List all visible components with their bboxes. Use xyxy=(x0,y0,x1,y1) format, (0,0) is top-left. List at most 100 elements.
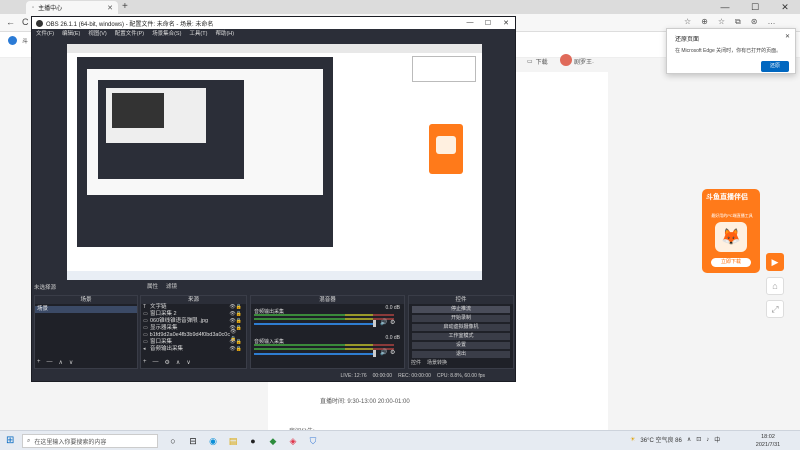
clock[interactable]: 18:02 2021/7/31 xyxy=(748,433,788,449)
site-logo[interactable] xyxy=(8,36,17,45)
add-scene-button[interactable]: + xyxy=(37,359,41,366)
edge-icon[interactable]: ◉ xyxy=(206,434,220,448)
extensions-icon[interactable]: ⊕ xyxy=(701,17,708,27)
exit-button[interactable]: 退出 xyxy=(412,351,510,358)
visibility-lock-icon[interactable]: 👁🔒 xyxy=(229,318,242,325)
source-settings-button[interactable]: ⚙ xyxy=(165,359,170,366)
menu-view[interactable]: 视图(V) xyxy=(88,29,106,39)
task-view-icon[interactable]: ⊟ xyxy=(186,434,200,448)
scene-up-button[interactable]: ∧ xyxy=(59,359,63,366)
menu-tools[interactable]: 工具(T) xyxy=(189,29,207,39)
rec-status: REC: 00:00:00 xyxy=(398,373,431,379)
popup-close-icon[interactable]: ✕ xyxy=(785,33,790,40)
sources-dock: 来源 T 文字链 👁🔒 ▭ 窗口采集 2 👁🔒 ▭ 060锥线锥语音弹限 .jpg 👁🔒 ▭… xyxy=(140,295,247,369)
promo-download-button[interactable]: 立即下载 xyxy=(711,258,751,267)
tab-controls[interactable]: 控件 xyxy=(411,359,421,366)
filters-button[interactable]: 滤镜 xyxy=(166,282,177,290)
studio-mode-button[interactable]: 工作室模式 xyxy=(412,333,510,340)
minimize-button[interactable]: — xyxy=(710,0,740,14)
weather-text[interactable]: 36°C 空气良 86 xyxy=(640,435,681,444)
tab-scene-transitions[interactable]: 场景转换 xyxy=(427,359,447,366)
maximize-button[interactable]: ☐ xyxy=(740,0,770,14)
tab-anchor-center[interactable]: ▫ 主播中心 ✕ xyxy=(26,1,118,14)
source-item[interactable]: ▭ 窗口采集 2 👁🔒 xyxy=(141,311,246,318)
profile-icon[interactable]: ⊛ xyxy=(751,17,758,27)
settings-button[interactable]: 设置 xyxy=(412,342,510,349)
source-up-button[interactable]: ∧ xyxy=(176,359,180,366)
speaker-icon[interactable]: 🔊 xyxy=(380,319,387,326)
promo-subtitle: 最好用的PC端直播工具 xyxy=(711,213,753,218)
avatar[interactable] xyxy=(560,54,572,66)
app-icon[interactable]: ◆ xyxy=(266,434,280,448)
favorites-bar-icon[interactable]: ☆ xyxy=(718,17,725,27)
app-logo-icon: 🦊 xyxy=(715,222,747,252)
gear-icon[interactable]: ⚙ xyxy=(390,319,395,326)
ime-icon[interactable]: 中 xyxy=(714,435,720,444)
obs-titlebar[interactable]: OBS 26.1.1 (64-bit, windows) - 配置文件: 未命名… xyxy=(32,17,515,29)
tray-expand-icon[interactable]: ∧ xyxy=(687,436,691,443)
back-button[interactable]: ← xyxy=(6,17,15,27)
properties-button[interactable]: 属性 xyxy=(147,282,158,290)
menu-scene-collection[interactable]: 场景集合(S) xyxy=(152,29,181,39)
source-type-icon: ▭ xyxy=(143,318,148,324)
favorite-icon[interactable]: ☆ xyxy=(684,17,691,27)
app-icon[interactable]: ◈ xyxy=(286,434,300,448)
source-item[interactable]: T 文字链 👁🔒 xyxy=(141,304,246,311)
volume-icon[interactable]: ♪ xyxy=(706,437,709,443)
menu-edit[interactable]: 编辑(E) xyxy=(62,29,80,39)
more-icon[interactable]: … xyxy=(767,17,775,27)
weather-icon[interactable]: ☀ xyxy=(630,436,635,443)
tab-close-icon[interactable]: ✕ xyxy=(107,4,113,12)
close-button[interactable]: ✕ xyxy=(770,0,800,14)
source-item[interactable]: ▭ 窗口采集 👁🔒 xyxy=(141,339,246,346)
remove-scene-button[interactable]: — xyxy=(47,359,53,366)
app-icon[interactable]: ⛉ xyxy=(306,434,320,448)
scene-item[interactable]: 场景 xyxy=(35,306,137,313)
refresh-button[interactable]: C xyxy=(22,17,29,27)
speaker-icon[interactable]: 🔊 xyxy=(380,349,387,356)
obs-minimize-button[interactable]: — xyxy=(461,19,479,27)
nested-inner-obs xyxy=(98,80,244,179)
visibility-lock-icon[interactable]: 👁🔒 xyxy=(229,304,242,311)
add-source-button[interactable]: + xyxy=(143,359,147,366)
obs-icon[interactable]: ● xyxy=(246,434,260,448)
restore-button[interactable]: 还原 xyxy=(761,61,789,72)
volume-slider[interactable] xyxy=(254,353,376,355)
collections-icon[interactable]: ⧉ xyxy=(735,17,741,27)
virtual-camera-button[interactable]: 启动虚拟摄像机 xyxy=(412,324,510,331)
volume-slider[interactable] xyxy=(254,323,376,325)
expand-icon[interactable]: ⤢ xyxy=(766,300,784,318)
menu-file[interactable]: 文件(F) xyxy=(36,29,54,39)
search-input[interactable]: ⌕ 在这里输入你要搜索的内容 xyxy=(22,434,158,448)
scene-down-button[interactable]: ∨ xyxy=(69,359,73,366)
source-down-button[interactable]: ∨ xyxy=(186,359,190,366)
user-name[interactable]: 剧罗王· xyxy=(574,57,594,66)
volume-slider-handle[interactable] xyxy=(373,350,376,357)
source-item[interactable]: ◂ 音频输出采集 👁🔒 xyxy=(141,346,246,353)
source-item[interactable]: ▭ 060锥线锥语音弹限 .jpg 👁🔒 xyxy=(141,318,246,325)
download-link[interactable]: ▭ 下载 xyxy=(527,57,548,66)
cortana-icon[interactable]: ○ xyxy=(166,434,180,448)
visibility-lock-icon[interactable]: 👁🔒 xyxy=(229,346,242,353)
stop-streaming-button[interactable]: 停止推流 xyxy=(412,306,510,313)
obs-preview-canvas[interactable] xyxy=(67,44,482,280)
promo-banner[interactable]: 斗鱼直播伴侣 最好用的PC端直播工具 🦊 立即下载 xyxy=(702,189,760,273)
play-icon[interactable]: ▶ xyxy=(766,253,784,271)
home-icon[interactable]: ⌂ xyxy=(766,277,784,295)
sources-toolbar: + — ⚙ ∧ ∨ xyxy=(143,359,191,366)
start-recording-button[interactable]: 开始录制 xyxy=(412,315,510,322)
start-icon[interactable]: ⊞ xyxy=(6,435,14,446)
network-icon[interactable]: ⊡ xyxy=(696,436,701,443)
file-explorer-icon[interactable]: ▤ xyxy=(226,434,240,448)
visibility-lock-icon[interactable]: 👁🔒 xyxy=(229,311,242,318)
new-tab-button[interactable]: + xyxy=(122,1,128,12)
remove-source-button[interactable]: — xyxy=(153,359,159,366)
gear-icon[interactable]: ⚙ xyxy=(390,349,395,356)
obs-maximize-button[interactable]: ☐ xyxy=(479,19,497,27)
menu-help[interactable]: 帮助(H) xyxy=(215,29,234,39)
obs-close-button[interactable]: ✕ xyxy=(497,19,515,27)
menu-profile[interactable]: 配置文件(P) xyxy=(115,29,144,39)
volume-slider-handle[interactable] xyxy=(373,320,376,327)
visibility-lock-icon[interactable]: 👁🔒 xyxy=(229,339,242,346)
source-item[interactable]: ▭ b1fd9d2a0e4fb3b9d4f0bd3a0c0c 👁🔒 xyxy=(141,329,246,342)
